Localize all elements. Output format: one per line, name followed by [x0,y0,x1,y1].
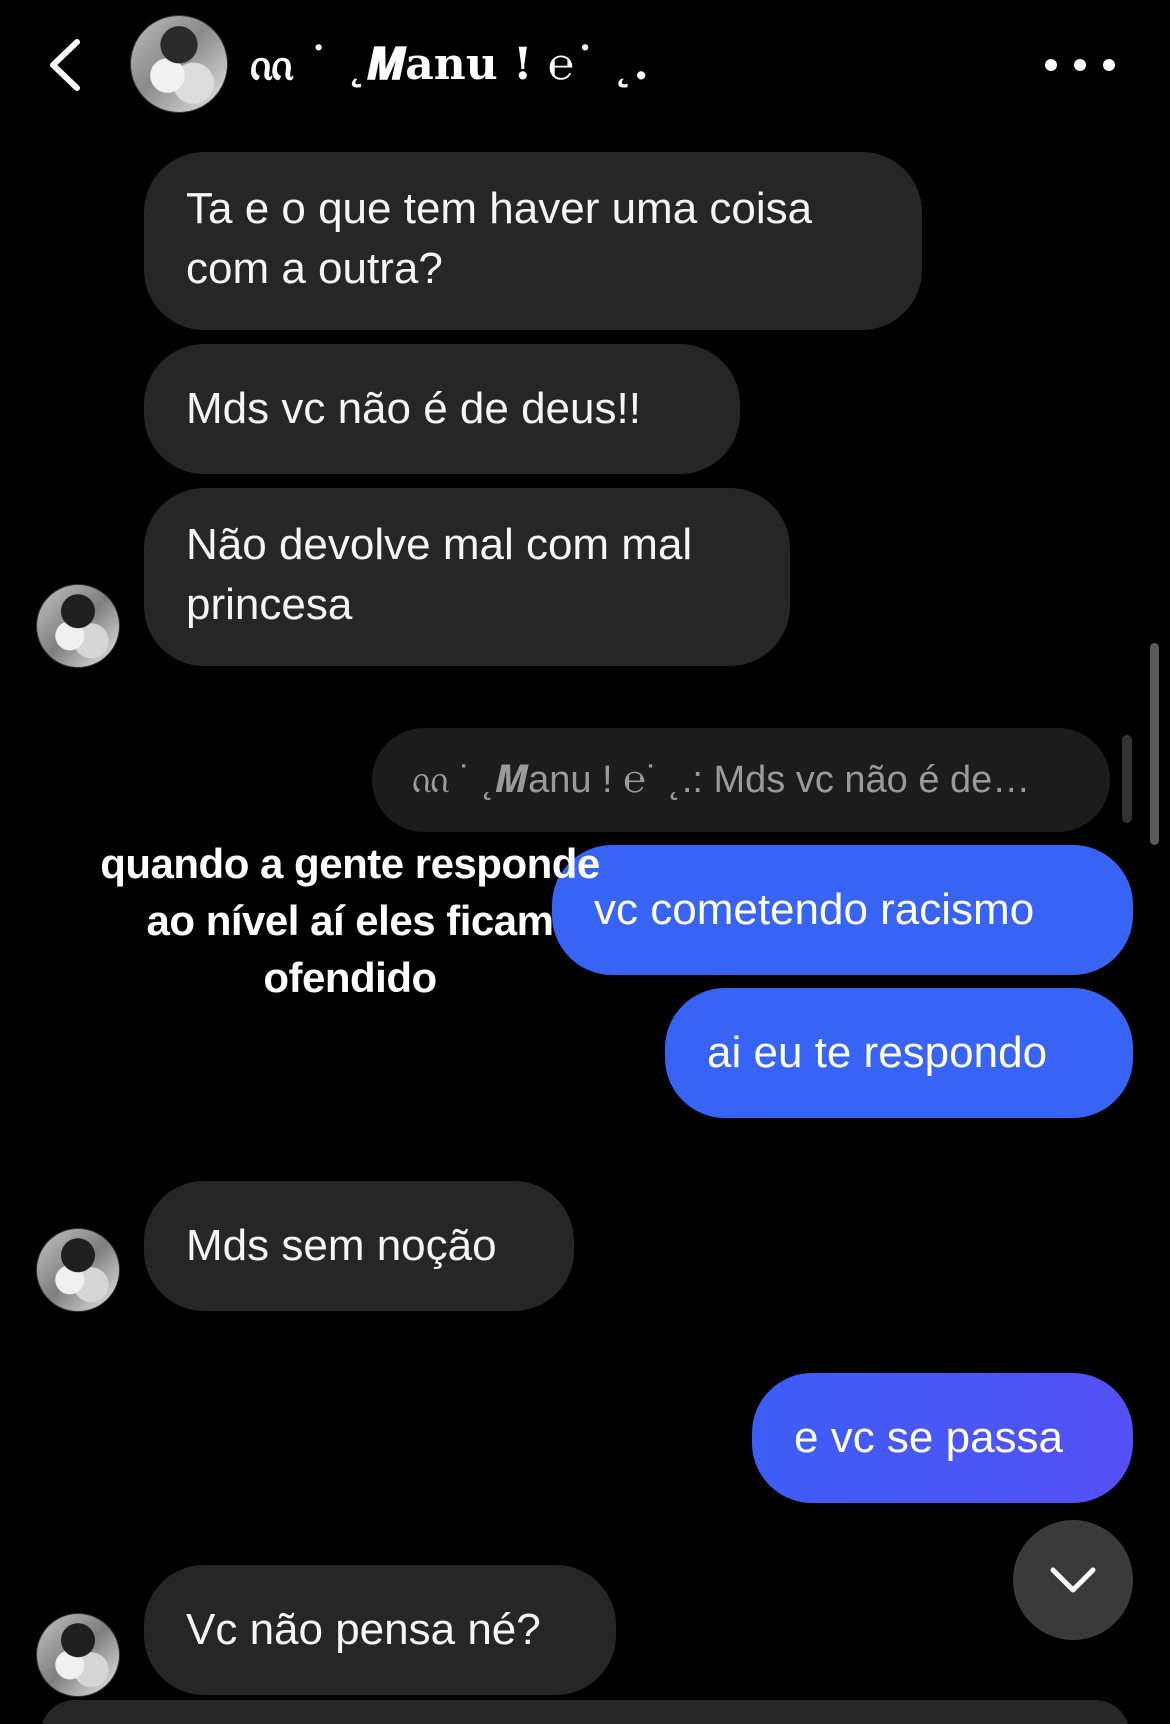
message-line: ai eu te respondo [707,1028,1048,1077]
message-line: Ta e o que tem haver uma coisa [186,184,813,233]
reply-preview[interactable]: ᦶ ˙ ˛𝑴anu ! ℮˙ ˛.: Mds vc não é de… [372,728,1110,832]
sender-avatar[interactable] [36,1613,120,1697]
message-line: princesa [186,580,353,629]
message-line: Vc não pensa né? [186,1605,541,1654]
overlay-caption: quando a gente responde ao nível aí eles… [60,835,640,1006]
more-options-button[interactable] [1045,40,1115,90]
caption-line: ofendido [263,954,437,1001]
chat-screen: ᦶ ˙ ˛𝑴anu ! ℮˙ ˛. Ta e o que tem haver u… [0,0,1170,1724]
contact-avatar[interactable] [130,15,228,113]
sender-avatar[interactable] [36,1228,120,1312]
more-horizontal-icon [1074,59,1086,71]
message-bubble-received[interactable]: Vc não pensa né? [144,1565,616,1695]
message-bubble-received[interactable]: Não devolve mal com mal princesa [144,488,790,666]
chevron-left-icon [50,39,80,91]
chat-header: ᦶ ˙ ˛𝑴anu ! ℮˙ ˛. [0,0,1170,130]
message-bubble-received[interactable]: Ta e o que tem haver uma coisa com a out… [144,152,922,330]
scroll-to-bottom-button[interactable] [1013,1520,1133,1640]
message-line: e vc se passa [794,1413,1064,1462]
message-composer[interactable] [40,1700,1130,1724]
sender-avatar[interactable] [36,584,120,668]
message-line: com a outra? [186,244,443,293]
caption-line: ao nível aí eles ficam [146,897,554,944]
message-line: Mds vc não é de deus!! [186,384,641,433]
message-line: Não devolve mal com mal [186,520,693,569]
message-line: vc cometendo racismo [594,885,1035,934]
back-button[interactable] [40,30,90,100]
reply-indicator-bar [1122,735,1132,823]
chevron-down-icon [1050,1567,1096,1593]
more-horizontal-icon [1103,59,1115,71]
contact-name[interactable]: ᦶ ˙ ˛𝑴anu ! ℮˙ ˛. [250,35,649,95]
scrollbar-thumb[interactable] [1150,643,1159,845]
message-line: Mds sem noção [186,1221,497,1270]
message-bubble-sent[interactable]: e vc se passa [752,1373,1133,1503]
message-bubble-received[interactable]: Mds vc não é de deus!! [144,344,740,474]
message-bubble-received[interactable]: Mds sem noção [144,1181,574,1311]
caption-line: quando a gente responde [100,840,600,887]
more-horizontal-icon [1045,59,1057,71]
message-bubble-sent[interactable]: ai eu te respondo [665,988,1133,1118]
